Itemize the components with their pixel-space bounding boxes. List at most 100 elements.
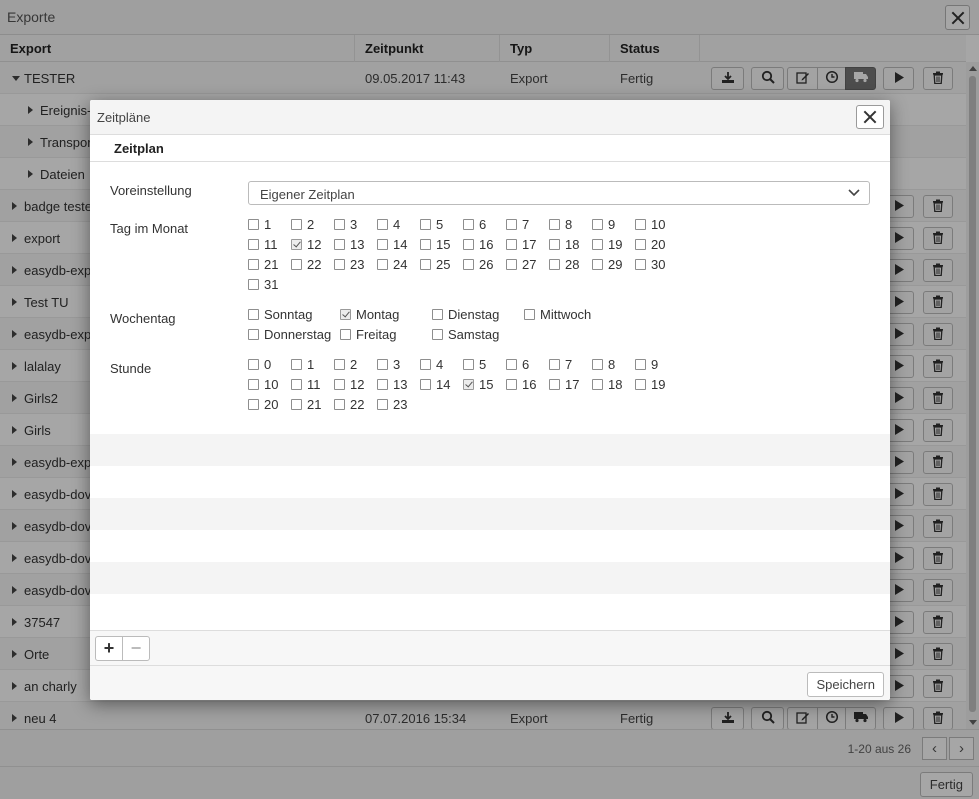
checkbox-label: 7 (522, 217, 530, 232)
checkbox[interactable] (592, 359, 603, 370)
checkbox-label: 29 (608, 257, 623, 272)
dialog-titlebar: Zeitpläne (90, 100, 890, 135)
checkbox-label: 15 (479, 377, 494, 392)
checkbox[interactable] (334, 219, 345, 230)
checkbox-label: Dienstag (448, 307, 500, 322)
checkbox-label: 20 (264, 397, 279, 412)
checkbox[interactable] (291, 239, 302, 250)
checkbox[interactable] (524, 309, 535, 320)
checkbox[interactable] (635, 259, 646, 270)
checkbox-label: 16 (522, 377, 537, 392)
checkbox[interactable] (592, 239, 603, 250)
checkbox[interactable] (334, 259, 345, 270)
checkbox[interactable] (377, 259, 388, 270)
checkbox-label: 15 (436, 237, 451, 252)
checkbox-label: 31 (264, 277, 279, 292)
checkbox-label: 21 (264, 257, 279, 272)
schedules-dialog: Zeitpläne Zeitplan Voreinstellung Eigene… (90, 100, 890, 700)
checkbox-label: 7 (565, 357, 573, 372)
checkbox-label: 2 (350, 357, 358, 372)
add-schedule-button[interactable]: + (95, 636, 123, 661)
checkbox[interactable] (291, 219, 302, 230)
dialog-close-button[interactable] (856, 105, 884, 129)
dialog-title: Zeitpläne (97, 110, 151, 125)
checkbox-label: 0 (264, 357, 272, 372)
checkbox[interactable] (248, 359, 259, 370)
dialog-footer: Speichern (90, 665, 890, 700)
checkbox[interactable] (340, 309, 351, 320)
checkbox[interactable] (506, 219, 517, 230)
checkbox[interactable] (463, 359, 474, 370)
checkbox[interactable] (248, 219, 259, 230)
checkbox[interactable] (291, 359, 302, 370)
checkbox[interactable] (334, 399, 345, 410)
checkbox[interactable] (463, 219, 474, 230)
checkbox[interactable] (377, 359, 388, 370)
checkbox-label: Samstag (448, 327, 500, 342)
checkbox-label: 14 (393, 237, 408, 252)
checkbox-label: Mittwoch (540, 307, 592, 322)
checkbox[interactable] (549, 239, 560, 250)
checkbox[interactable] (506, 359, 517, 370)
checkbox-label: 4 (436, 357, 444, 372)
checkbox[interactable] (549, 379, 560, 390)
checkbox-label: 18 (608, 377, 623, 392)
checkbox[interactable] (592, 259, 603, 270)
checkbox[interactable] (334, 359, 345, 370)
checkbox[interactable] (248, 329, 259, 340)
checkbox-label: 20 (651, 237, 666, 252)
checkbox[interactable] (432, 309, 443, 320)
checkbox[interactable] (463, 259, 474, 270)
checkbox[interactable] (463, 379, 474, 390)
checkbox[interactable] (635, 359, 646, 370)
checkbox[interactable] (248, 399, 259, 410)
checkbox[interactable] (463, 239, 474, 250)
checkbox[interactable] (549, 359, 560, 370)
checkbox[interactable] (291, 399, 302, 410)
checkbox[interactable] (592, 219, 603, 230)
checkbox[interactable] (420, 259, 431, 270)
checkbox[interactable] (334, 379, 345, 390)
checkbox[interactable] (420, 379, 431, 390)
checkbox[interactable] (635, 379, 646, 390)
checkbox[interactable] (248, 309, 259, 320)
checkbox[interactable] (635, 239, 646, 250)
save-button[interactable]: Speichern (807, 672, 884, 697)
checkbox[interactable] (420, 219, 431, 230)
checkbox[interactable] (248, 239, 259, 250)
checkbox[interactable] (334, 239, 345, 250)
checkbox[interactable] (291, 259, 302, 270)
checkbox-label: 3 (393, 357, 401, 372)
checkbox[interactable] (432, 329, 443, 340)
checkbox-label: 19 (651, 377, 666, 392)
checkbox[interactable] (248, 279, 259, 290)
checkbox[interactable] (635, 219, 646, 230)
checkbox[interactable] (420, 239, 431, 250)
checkbox-label: 10 (264, 377, 279, 392)
checkbox-label: 3 (350, 217, 358, 232)
preset-select[interactable]: Eigener Zeitplan (248, 181, 870, 205)
checkbox[interactable] (377, 399, 388, 410)
checkbox[interactable] (549, 259, 560, 270)
checkbox-label: 17 (565, 377, 580, 392)
checkbox[interactable] (506, 239, 517, 250)
checkbox[interactable] (506, 259, 517, 270)
checkbox-label: 8 (565, 217, 573, 232)
checkbox[interactable] (377, 379, 388, 390)
checkbox[interactable] (377, 219, 388, 230)
checkbox[interactable] (592, 379, 603, 390)
checkbox-label: 23 (350, 257, 365, 272)
checkbox[interactable] (340, 329, 351, 340)
checkbox[interactable] (291, 379, 302, 390)
checkbox[interactable] (248, 379, 259, 390)
checkbox-label: 26 (479, 257, 494, 272)
checkbox[interactable] (377, 239, 388, 250)
checkbox-label: 21 (307, 397, 322, 412)
remove-schedule-button[interactable]: − (122, 636, 150, 661)
tab-schedule[interactable]: Zeitplan (114, 141, 164, 156)
checkbox[interactable] (506, 379, 517, 390)
checkbox[interactable] (549, 219, 560, 230)
checkbox[interactable] (248, 259, 259, 270)
checkbox[interactable] (420, 359, 431, 370)
checkbox-label: 2 (307, 217, 315, 232)
